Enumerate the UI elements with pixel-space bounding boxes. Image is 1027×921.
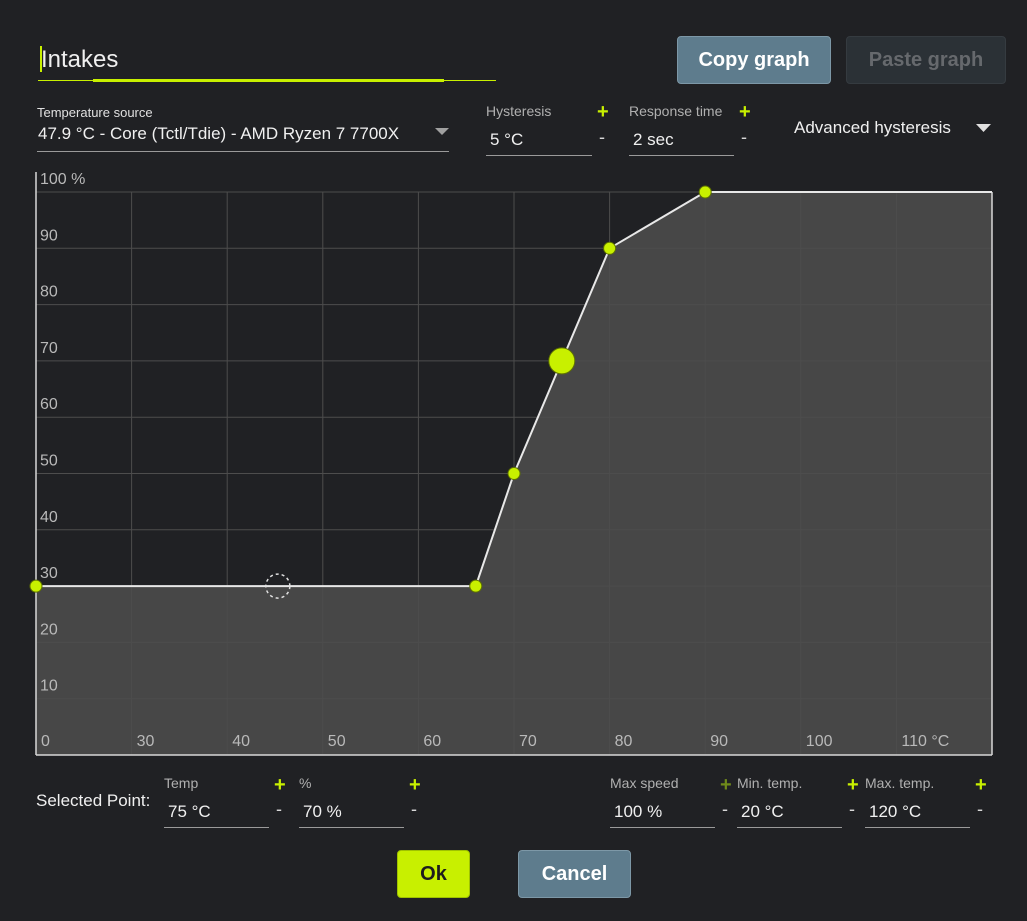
temp-underline: [164, 827, 269, 828]
min-temp-decrease-button[interactable]: -: [849, 800, 855, 818]
percent-label: %: [299, 775, 312, 791]
x-tick-label: 0: [41, 733, 50, 750]
curve-point[interactable]: [469, 579, 483, 593]
curve-point[interactable]: [603, 241, 617, 255]
x-tick-label: 90: [710, 733, 728, 750]
max-temp-increase-button[interactable]: +: [975, 775, 987, 795]
x-tick-label: 30: [137, 733, 155, 750]
max-temp-label: Max. temp.: [865, 775, 935, 791]
cancel-button[interactable]: Cancel: [518, 850, 631, 898]
x-tick-label: 100: [806, 733, 833, 750]
percent-decrease-button[interactable]: -: [411, 800, 417, 818]
curve-point[interactable]: [698, 185, 712, 199]
selected-point-label: Selected Point:: [36, 791, 151, 810]
y-tick-label: 40: [40, 509, 58, 526]
temp-label: Temp: [164, 775, 199, 791]
selected-curve-point[interactable]: [548, 347, 576, 375]
max-speed-decrease-button[interactable]: -: [722, 800, 728, 818]
x-tick-label: 70: [519, 733, 537, 750]
max-temp-value: 120 °C: [869, 802, 922, 821]
y-tick-label: 90: [40, 227, 58, 244]
min-temp-label: Min. temp.: [737, 775, 803, 791]
y-tick-label: 80: [40, 284, 58, 301]
min-temp-underline: [737, 827, 842, 828]
temp-decrease-button[interactable]: -: [276, 800, 282, 818]
temp-increase-button[interactable]: +: [274, 775, 286, 795]
max-speed-value: 100 %: [614, 802, 663, 821]
y-tick-label: 10: [40, 678, 58, 695]
y-tick-label: 70: [40, 340, 58, 357]
x-tick-label: 50: [328, 733, 346, 750]
y-tick-label: 30: [40, 565, 58, 582]
y-tick-label: 20: [40, 621, 58, 638]
x-tick-label: 80: [615, 733, 633, 750]
x-tick-label: 60: [423, 733, 441, 750]
min-temp-increase-button[interactable]: +: [847, 775, 859, 795]
temp-value: 75 °C: [168, 802, 211, 821]
curve-point[interactable]: [507, 467, 521, 480]
max-temp-decrease-button[interactable]: -: [977, 800, 983, 818]
percent-value: 70 %: [303, 802, 342, 821]
max-speed-increase-button[interactable]: +: [720, 775, 732, 795]
y-tick-label: 50: [40, 453, 58, 470]
ok-button[interactable]: Ok: [397, 850, 470, 898]
min-temp-value: 20 °C: [741, 802, 784, 821]
y-tick-label: 60: [40, 396, 58, 413]
y-tick-label: 100 %: [40, 171, 85, 188]
percent-underline: [299, 827, 404, 828]
max-speed-underline: [610, 827, 715, 828]
max-speed-label: Max speed: [610, 775, 679, 791]
max-temp-underline: [865, 827, 970, 828]
x-tick-label: 110 °C: [901, 733, 949, 750]
x-tick-label: 40: [232, 733, 250, 750]
curve-point[interactable]: [29, 579, 43, 593]
percent-increase-button[interactable]: +: [409, 775, 421, 795]
